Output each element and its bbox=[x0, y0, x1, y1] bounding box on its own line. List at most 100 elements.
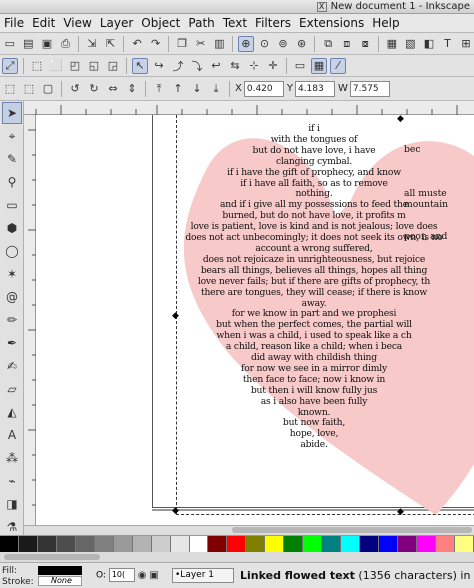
drawing-canvas[interactable]: ◆ ◆ ◆ ◆ if i with the tongues of but do … bbox=[36, 115, 474, 525]
snap-object-center-icon[interactable]: ⊹ bbox=[246, 58, 262, 74]
palette-swatch[interactable] bbox=[94, 536, 114, 552]
snap-center-icon[interactable]: ◲ bbox=[105, 58, 121, 74]
fill-stroke-icon[interactable]: ◧ bbox=[421, 36, 437, 52]
spray-tool-icon[interactable]: ⁂ bbox=[2, 447, 22, 469]
select-all-icon[interactable]: ⬚ bbox=[2, 81, 18, 97]
undo-icon[interactable]: ↶ bbox=[129, 36, 145, 52]
palette-swatch[interactable] bbox=[37, 536, 57, 552]
snap-page-icon[interactable]: ▭ bbox=[292, 58, 308, 74]
opacity-input[interactable]: 10( bbox=[108, 568, 135, 582]
palette-swatch[interactable] bbox=[454, 536, 474, 552]
lower-to-bottom-icon[interactable]: ⤓ bbox=[208, 81, 224, 97]
snap-smooth-icon[interactable]: ⤵ bbox=[189, 58, 205, 74]
gradient-tool-icon[interactable]: ◨ bbox=[2, 493, 22, 515]
palette-swatch[interactable] bbox=[265, 536, 285, 552]
menu-help[interactable]: Help bbox=[368, 14, 403, 33]
zoom-tool-icon[interactable]: ⚲ bbox=[2, 171, 22, 193]
paint-bucket-tool-icon[interactable]: ◭ bbox=[2, 401, 22, 423]
palette-swatch[interactable] bbox=[341, 536, 361, 552]
new-document-icon[interactable]: ▭ bbox=[2, 36, 18, 52]
palette-swatch[interactable] bbox=[18, 536, 38, 552]
palette-swatch[interactable] bbox=[322, 536, 342, 552]
select-all-layers-icon[interactable]: ⬚ bbox=[21, 81, 37, 97]
deselect-icon[interactable]: ▢ bbox=[40, 81, 56, 97]
zoom-drawing-icon[interactable]: ⊙ bbox=[257, 36, 273, 52]
text-font-icon[interactable]: T bbox=[440, 36, 456, 52]
menu-filters[interactable]: Filters bbox=[251, 14, 295, 33]
flip-horizontal-icon[interactable]: ⇔ bbox=[105, 81, 121, 97]
palette-swatch[interactable] bbox=[132, 536, 152, 552]
import-icon[interactable]: ⇲ bbox=[84, 36, 100, 52]
export-icon[interactable]: ⇱ bbox=[103, 36, 119, 52]
palette-swatch[interactable] bbox=[227, 536, 247, 552]
palette-swatch[interactable] bbox=[303, 536, 323, 552]
snap-guide-icon[interactable]: ⁄ bbox=[330, 57, 346, 74]
palette-swatch[interactable] bbox=[208, 536, 228, 552]
menu-object[interactable]: Object bbox=[137, 14, 184, 33]
menu-edit[interactable]: Edit bbox=[28, 14, 59, 33]
zoom-selection-icon[interactable]: ⊕ bbox=[238, 35, 254, 52]
flip-vertical-icon[interactable]: ⇕ bbox=[124, 81, 140, 97]
menu-extensions[interactable]: Extensions bbox=[295, 14, 368, 33]
snap-bbox-icon[interactable]: ⬚ bbox=[29, 58, 45, 74]
pen-tool-icon[interactable]: ✒ bbox=[2, 332, 22, 354]
palette-swatch[interactable] bbox=[151, 536, 171, 552]
stroke-swatch[interactable]: None bbox=[38, 576, 82, 586]
tweak-tool-icon[interactable]: ✎ bbox=[2, 148, 22, 170]
palette-swatch[interactable] bbox=[398, 536, 417, 552]
zoom-width-icon[interactable]: ⊛ bbox=[294, 36, 310, 52]
box-3d-tool-icon[interactable]: ⬢ bbox=[2, 217, 22, 239]
calligraphy-tool-icon[interactable]: ✍ bbox=[2, 355, 22, 377]
palette-swatch[interactable] bbox=[170, 536, 190, 552]
menu-layer[interactable]: Layer bbox=[96, 14, 137, 33]
lower-icon[interactable]: ↓ bbox=[189, 81, 205, 97]
snap-bbox-edge-icon[interactable]: ⬜ bbox=[48, 58, 64, 74]
palette-swatch[interactable] bbox=[379, 536, 399, 552]
snap-path-icon[interactable]: ↪ bbox=[151, 58, 167, 74]
align-icon[interactable]: ⊞ bbox=[458, 36, 474, 52]
menu-path[interactable]: Path bbox=[184, 14, 218, 33]
scale-handle-bottom-icon[interactable]: ◆ bbox=[397, 508, 404, 517]
snap-nodes-icon[interactable]: ↖ bbox=[132, 57, 148, 74]
scale-handle-corner-icon[interactable]: ◆ bbox=[172, 507, 179, 516]
node-tool-icon[interactable]: ⌖ bbox=[2, 125, 22, 147]
pencil-tool-icon[interactable]: ✏ bbox=[2, 309, 22, 331]
palette-swatch[interactable] bbox=[113, 536, 133, 552]
horizontal-scrollbar[interactable] bbox=[24, 525, 474, 534]
palette-swatch[interactable] bbox=[75, 536, 95, 552]
save-icon[interactable]: ▣ bbox=[39, 36, 55, 52]
menu-view[interactable]: View bbox=[59, 14, 95, 33]
star-tool-icon[interactable]: ✶ bbox=[2, 263, 22, 285]
clone-icon[interactable]: ⧈ bbox=[339, 36, 355, 52]
snap-grid-icon[interactable]: ▦ bbox=[311, 57, 327, 74]
snap-rotation-center-icon[interactable]: ✛ bbox=[265, 58, 281, 74]
unlink-clone-icon[interactable]: ⧇ bbox=[357, 36, 373, 52]
layer-selector[interactable]: •Layer 1 bbox=[172, 568, 234, 583]
palette-swatch[interactable] bbox=[56, 536, 76, 552]
palette-swatch[interactable] bbox=[246, 536, 266, 552]
palette-swatch[interactable] bbox=[435, 536, 455, 552]
palette-swatch[interactable] bbox=[189, 536, 209, 552]
zoom-page-icon[interactable]: ⊚ bbox=[275, 36, 291, 52]
connector-tool-icon[interactable]: ⌁ bbox=[2, 470, 22, 492]
text-tool-icon[interactable]: A bbox=[2, 424, 22, 446]
lock-icon[interactable]: ▣ bbox=[149, 570, 158, 581]
rotate-cw-icon[interactable]: ↻ bbox=[86, 81, 102, 97]
group-icon[interactable]: ▦ bbox=[384, 36, 400, 52]
fill-swatch[interactable] bbox=[38, 566, 82, 575]
palette-scrollbar-thumb[interactable] bbox=[4, 554, 100, 560]
y-input[interactable]: 4.183 bbox=[294, 80, 335, 97]
snap-bbox-corner-icon[interactable]: ◰ bbox=[67, 58, 83, 74]
close-window-button[interactable]: X bbox=[316, 2, 327, 12]
print-icon[interactable]: ⎙ bbox=[58, 36, 74, 52]
selector-tool-icon[interactable]: ➤ bbox=[2, 102, 22, 124]
w-input[interactable]: 7.575 bbox=[349, 80, 390, 97]
ellipse-tool-icon[interactable]: ◯ bbox=[2, 240, 22, 262]
palette-swatch[interactable] bbox=[0, 536, 19, 552]
palette-swatch[interactable] bbox=[416, 536, 436, 552]
vertical-ruler[interactable] bbox=[24, 115, 36, 525]
snap-line-midpoint-icon[interactable]: ⇆ bbox=[227, 58, 243, 74]
spiral-tool-icon[interactable]: @ bbox=[2, 286, 22, 308]
open-icon[interactable]: ▤ bbox=[21, 36, 37, 52]
horizontal-scrollbar-thumb[interactable] bbox=[232, 527, 472, 533]
